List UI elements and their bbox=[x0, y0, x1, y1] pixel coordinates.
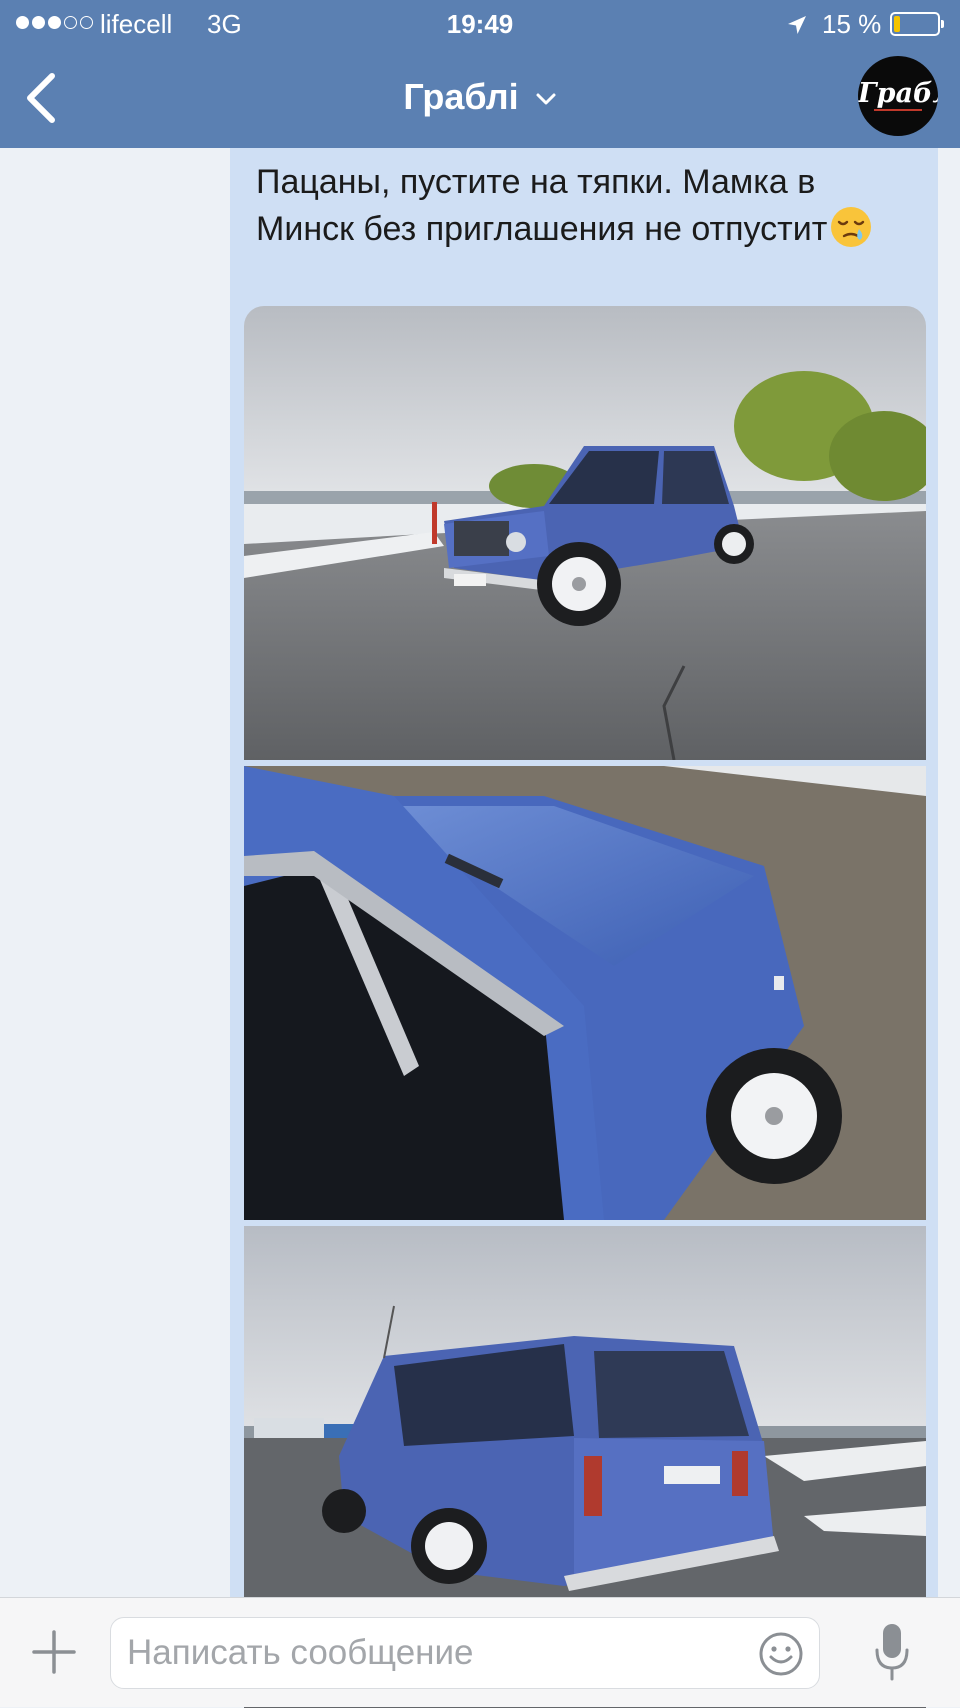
message-photo-2[interactable] bbox=[244, 766, 926, 1220]
chat-avatar[interactable]: Грабли bbox=[858, 56, 938, 136]
status-bar: lifecell 3G 19:49 15 % bbox=[0, 0, 960, 48]
top-bar: lifecell 3G 19:49 15 % Граблі Грабли bbox=[0, 0, 960, 148]
emoji-button[interactable] bbox=[757, 1630, 805, 1678]
plus-icon bbox=[32, 1630, 76, 1674]
battery-percent: 15 % bbox=[822, 9, 882, 39]
voice-message-button[interactable] bbox=[874, 1622, 910, 1682]
battery-icon bbox=[890, 12, 944, 36]
message-text: Пацаны, пустите на тяпки. Мамка в Минск … bbox=[256, 160, 916, 252]
smiley-icon bbox=[759, 1632, 803, 1676]
microphone-icon bbox=[875, 1624, 909, 1681]
message-photo-1[interactable] bbox=[244, 306, 926, 760]
message-input[interactable] bbox=[127, 1618, 737, 1688]
location-arrow-icon bbox=[786, 12, 808, 43]
chevron-down-icon bbox=[536, 93, 556, 105]
message-bubble[interactable]: Пацаны, пустите на тяпки. Мамка в Минск … bbox=[230, 148, 938, 1708]
chat-title: Граблі bbox=[403, 76, 519, 117]
message-input-bar bbox=[0, 1597, 960, 1707]
avatar-logo-text: Грабли bbox=[858, 78, 938, 109]
chat-title-button[interactable]: Граблі bbox=[0, 76, 960, 118]
attach-button[interactable] bbox=[30, 1628, 78, 1676]
battery-level-fill bbox=[894, 16, 900, 32]
message-text-content: Пацаны, пустите на тяпки. Мамка в Минск … bbox=[256, 163, 828, 248]
status-time: 19:49 bbox=[446, 9, 514, 39]
message-field[interactable] bbox=[110, 1617, 820, 1689]
sleepy-face-emoji bbox=[831, 207, 872, 247]
